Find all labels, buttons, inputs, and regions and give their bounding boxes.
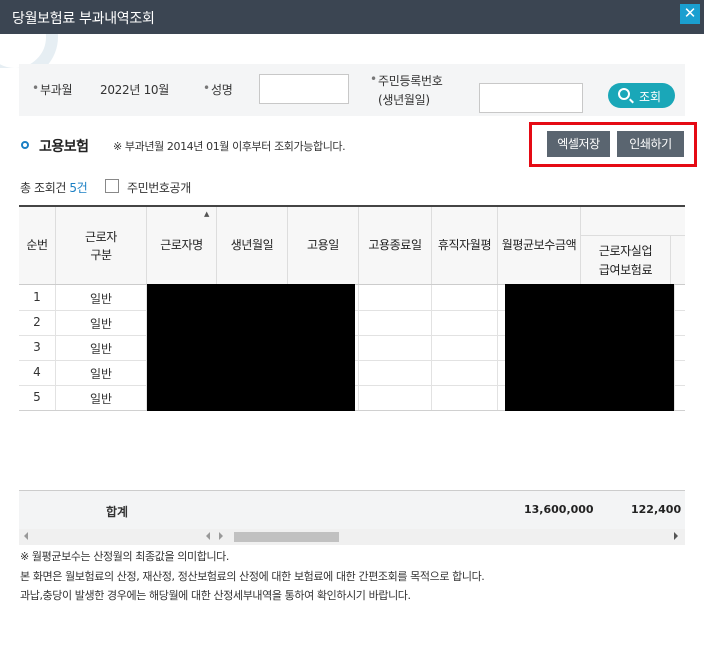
excel-save-button[interactable]: 엑셀저장 — [547, 131, 610, 157]
search-icon — [618, 88, 630, 100]
search-button-label: 조회 — [639, 90, 662, 104]
row-type: 일반 — [89, 367, 113, 381]
bullet-icon: • — [203, 81, 210, 95]
scroll-left-icon[interactable] — [206, 532, 210, 540]
header-end-date[interactable]: 고용종료일 — [359, 236, 431, 253]
row-type: 일반 — [89, 342, 113, 356]
header-premium-2: 급여보험료 — [598, 263, 653, 277]
redacted-block — [505, 284, 674, 411]
header-no[interactable]: 순번 — [19, 236, 55, 253]
month-label: 부과월 — [40, 83, 73, 97]
total-count: 총 조회건 5건 — [20, 179, 88, 196]
sort-asc-icon[interactable]: ▲ — [204, 210, 209, 218]
show-rrn-checkbox[interactable] — [105, 179, 119, 193]
note-line: 과납,충당이 발생한 경우에는 해당월에 대한 산정세부내역을 통하여 확인하시… — [20, 589, 411, 602]
sum-premium: 122,400 — [631, 503, 682, 516]
row-type: 일반 — [89, 392, 113, 406]
row-no: 1 — [33, 290, 41, 304]
header-birth[interactable]: 생년월일 — [217, 236, 287, 253]
header-leave-month[interactable]: 휴직자월평 — [432, 236, 497, 253]
header-avg-wage[interactable]: 월평균보수금액 — [498, 236, 580, 253]
header-premium[interactable]: 근로자실업 — [581, 242, 670, 259]
total-label: 총 조회건 — [20, 181, 66, 195]
window-title: 당월보험료 부과내역조회 — [12, 11, 155, 27]
rrn-sublabel: (생년월일) — [378, 93, 430, 107]
title-bar: 당월보험료 부과내역조회 ✕ — [0, 0, 704, 34]
row-no: 3 — [33, 340, 41, 354]
redacted-block — [147, 284, 355, 411]
print-button[interactable]: 인쇄하기 — [617, 131, 684, 157]
name-label: 성명 — [211, 83, 233, 97]
sum-row: 합계 13,600,000 122,400 — [19, 490, 685, 529]
row-no: 2 — [33, 315, 41, 329]
search-button[interactable]: 조회 — [608, 83, 675, 108]
scroll-right-icon[interactable] — [674, 532, 678, 540]
header-worker-name[interactable]: 근로자명 — [147, 236, 216, 253]
total-count-value: 5건 — [69, 181, 88, 195]
note-line: ※ 월평균보수는 산정월의 최종값을 의미합니다. — [20, 550, 229, 563]
bullet-icon: • — [370, 72, 377, 86]
data-grid: 순번 근로자 구분 근로자명 ▲ 생년월일 고용일 고용종료일 휴직자월평 월평… — [19, 205, 685, 545]
header-worker-type-2: 구분 — [90, 248, 112, 262]
horizontal-scrollbar[interactable] — [19, 529, 685, 545]
row-no: 5 — [33, 390, 41, 404]
bullet-icon: • — [32, 81, 39, 95]
rrn-input[interactable] — [479, 83, 583, 113]
month-value: 2022년 10월 — [100, 83, 170, 97]
row-type: 일반 — [89, 292, 113, 306]
scroll-left-icon[interactable] — [24, 532, 28, 540]
close-icon[interactable]: ✕ — [680, 4, 700, 24]
section-bullet-icon — [21, 141, 29, 149]
decorative-arc — [0, 34, 60, 68]
row-type: 일반 — [89, 317, 113, 331]
row-no: 4 — [33, 365, 41, 379]
name-input[interactable] — [259, 74, 349, 104]
header-hire-date[interactable]: 고용일 — [288, 236, 358, 253]
show-rrn-label: 주민번호공개 — [127, 181, 191, 195]
section-note: ※ 부과년월 2014년 01월 이후부터 조회가능합니다. — [113, 140, 346, 153]
section-title: 고용보험 — [39, 139, 89, 155]
rrn-label: 주민등록번호 — [378, 74, 443, 88]
header-worker-type[interactable]: 근로자 — [56, 228, 146, 245]
sum-wage: 13,600,000 — [524, 503, 594, 516]
sum-label: 합계 — [106, 505, 129, 519]
scrollbar-thumb[interactable] — [234, 532, 339, 542]
scroll-right-icon[interactable] — [219, 532, 223, 540]
note-line: 본 화면은 월보험료의 산정, 재산정, 정산보험료의 산정에 대한 보험료에 … — [20, 570, 485, 583]
